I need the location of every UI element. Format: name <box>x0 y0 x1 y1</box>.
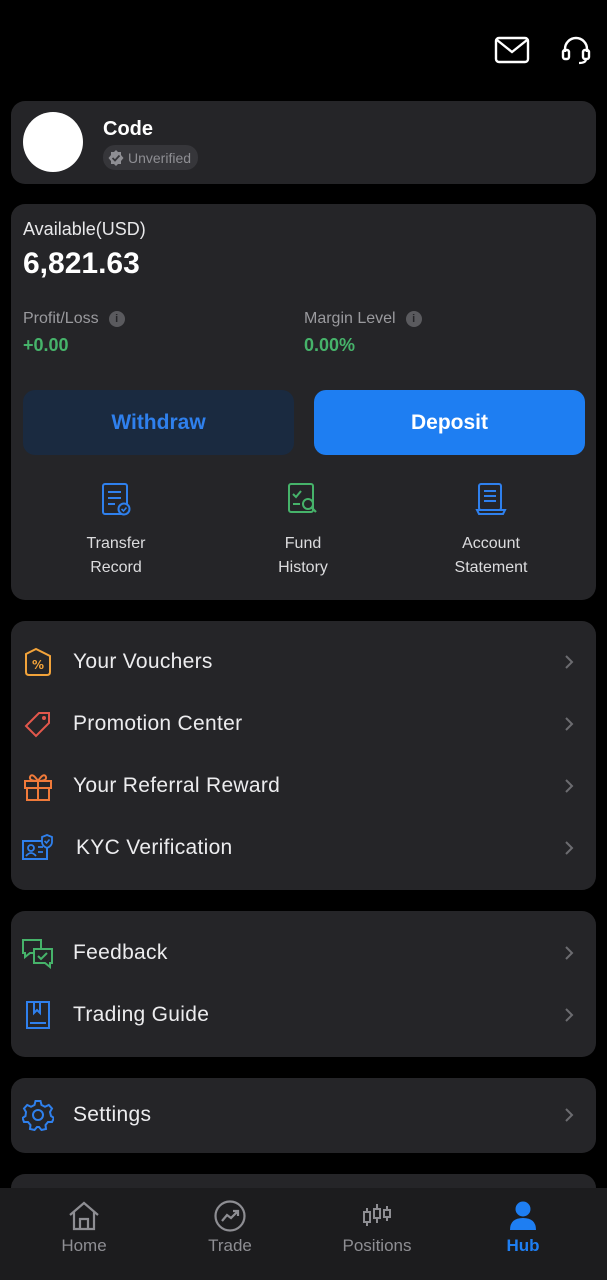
account-card: Available(USD) 6,821.63 Profit/Loss i +0… <box>11 204 596 600</box>
chevron-right-icon <box>562 946 576 960</box>
chevron-right-icon <box>562 841 576 855</box>
headset-icon[interactable] <box>556 30 596 70</box>
fund-history-label: Fund History <box>278 535 328 576</box>
margin-level-label: Margin Level i <box>304 310 422 328</box>
menu-label: Feedback <box>73 941 168 964</box>
user-name: Code <box>103 118 153 140</box>
profit-loss-value: +0.00 <box>23 335 69 355</box>
chevron-right-icon <box>562 717 576 731</box>
fund-history-link[interactable]: Fund History <box>228 482 378 580</box>
tag-icon <box>21 707 55 741</box>
menu-item-feedback[interactable]: Feedback <box>11 922 596 984</box>
menu-label: Your Referral Reward <box>73 774 281 797</box>
profile-card[interactable]: Code Unverified <box>11 101 596 184</box>
tab-label: Positions <box>342 1236 412 1255</box>
menu-label: Trading Guide <box>73 1003 210 1026</box>
menu-label: KYC Verification <box>76 836 233 859</box>
info-icon[interactable]: i <box>108 311 125 327</box>
top-bar <box>0 0 607 100</box>
bottom-tab-bar: Home Trade Positions Hub <box>0 1188 607 1280</box>
mail-icon[interactable] <box>492 30 532 70</box>
menu-item-referral[interactable]: Your Referral Reward <box>11 755 596 817</box>
trend-icon <box>170 1198 290 1234</box>
voucher-icon: % <box>21 645 55 679</box>
svg-text:%: % <box>32 658 44 672</box>
verification-badge[interactable]: Unverified <box>103 145 199 170</box>
chevron-right-icon <box>562 1008 576 1022</box>
menu-item-promotion[interactable]: Promotion Center <box>11 693 596 755</box>
info-icon[interactable]: i <box>405 311 422 327</box>
tab-label: Home <box>61 1236 107 1255</box>
menu-label: Settings <box>73 1103 152 1126</box>
profit-loss-text: Profit/Loss <box>23 310 99 327</box>
rewards-menu: % Your Vouchers Promotion Center Your Re… <box>11 621 596 890</box>
book-icon <box>21 998 55 1032</box>
tab-hub[interactable]: Hub <box>463 1198 583 1256</box>
profit-loss-label: Profit/Loss i <box>23 310 125 328</box>
gift-icon <box>21 769 55 803</box>
transfer-record-icon <box>41 482 191 520</box>
candlestick-icon <box>317 1198 437 1234</box>
deposit-button[interactable]: Deposit <box>314 390 585 455</box>
verification-status: Unverified <box>128 149 192 166</box>
tab-positions[interactable]: Positions <box>317 1198 437 1256</box>
account-statement-icon <box>416 482 566 520</box>
tab-trade[interactable]: Trade <box>170 1198 290 1256</box>
fund-history-icon <box>228 482 378 520</box>
margin-level-value: 0.00% <box>304 335 356 355</box>
account-statement-label: Account Statement <box>454 535 528 576</box>
id-verify-icon <box>21 831 55 865</box>
user-icon <box>463 1198 583 1234</box>
menu-label: Promotion Center <box>73 712 243 735</box>
settings-menu: Settings <box>11 1078 596 1153</box>
gear-icon <box>21 1098 55 1132</box>
withdraw-button[interactable]: Withdraw <box>23 390 294 455</box>
chevron-right-icon <box>562 655 576 669</box>
tab-label: Trade <box>208 1236 252 1255</box>
account-statement-link[interactable]: Account Statement <box>416 482 566 580</box>
menu-label: Your Vouchers <box>73 650 213 673</box>
available-label: Available(USD) <box>23 219 146 239</box>
menu-item-trading-guide[interactable]: Trading Guide <box>11 984 596 1046</box>
tab-label: Hub <box>506 1236 540 1255</box>
transfer-record-link[interactable]: Transfer Record <box>41 482 191 580</box>
transfer-record-label: Transfer Record <box>86 535 146 576</box>
verified-check-icon <box>108 149 124 166</box>
support-menu: Feedback Trading Guide <box>11 911 596 1057</box>
avatar[interactable] <box>23 112 83 172</box>
tab-home[interactable]: Home <box>24 1198 144 1256</box>
chevron-right-icon <box>562 1108 576 1122</box>
margin-level-text: Margin Level <box>304 310 396 327</box>
menu-item-settings[interactable]: Settings <box>11 1084 596 1146</box>
chat-bubbles-icon <box>21 936 55 970</box>
menu-item-vouchers[interactable]: % Your Vouchers <box>11 631 596 693</box>
chevron-right-icon <box>562 779 576 793</box>
home-icon <box>24 1198 144 1234</box>
menu-item-kyc[interactable]: KYC Verification <box>11 817 596 879</box>
available-balance: 6,821.63 <box>23 247 140 280</box>
